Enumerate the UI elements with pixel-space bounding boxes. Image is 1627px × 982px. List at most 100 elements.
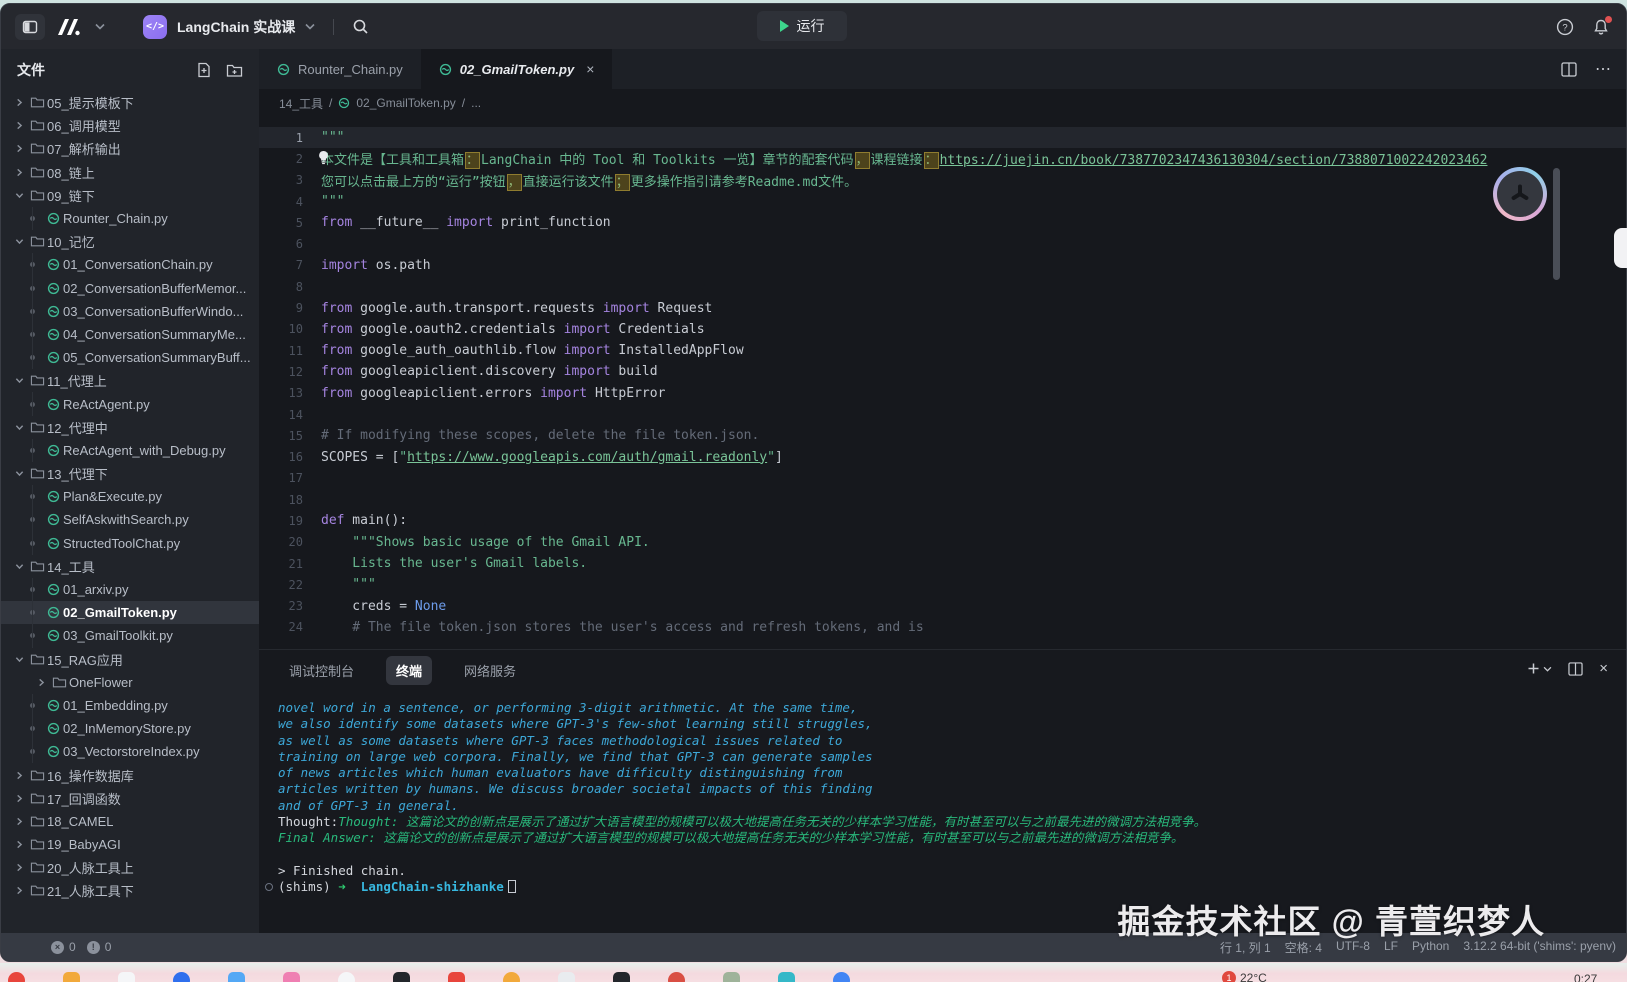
tree-item-06-调用模型[interactable]: 06_调用模型 xyxy=(1,114,259,137)
terminal-output[interactable]: novel word in a sentence, or performing … xyxy=(259,690,1626,896)
taskbar-clock[interactable]: 0:27 xyxy=(1574,972,1597,982)
code-line[interactable]: 20 """Shows basic usage of the Gmail API… xyxy=(259,532,1626,553)
tree-item-14-工具[interactable]: 14_工具 xyxy=(1,555,259,578)
tab-network-service[interactable]: 网络服务 xyxy=(454,656,526,685)
breadcrumb-more[interactable]: ... xyxy=(471,96,481,110)
tab-terminal[interactable]: 终端 xyxy=(386,656,432,685)
quick-fix-lightbulb-icon[interactable] xyxy=(317,150,330,165)
code-line[interactable]: 24 # The file token.json stores the user… xyxy=(259,617,1626,638)
chevron-right-icon[interactable] xyxy=(11,863,27,872)
code-line[interactable]: 22 """ xyxy=(259,574,1626,595)
tree-item-15-rag应用[interactable]: 15_RAG应用 xyxy=(1,648,259,671)
tree-item-03-vectorstoreindex-py[interactable]: 03_VectorstoreIndex.py xyxy=(1,740,259,763)
taskbar-app-icon[interactable] xyxy=(503,972,520,982)
chevron-right-icon[interactable] xyxy=(11,144,27,153)
code-line[interactable]: 17 xyxy=(259,468,1626,489)
tree-item-03-gmailtoolkit-py[interactable]: 03_GmailToolkit.py xyxy=(1,624,259,647)
code-line[interactable]: 21 Lists the user's Gmail labels. xyxy=(259,553,1626,574)
code-line[interactable]: 2本文件是【工具和工具箱：LangChain 中的 Tool 和 Toolkit… xyxy=(259,148,1626,169)
breadcrumb-file[interactable]: 02_GmailToken.py xyxy=(356,96,455,110)
code-line[interactable]: 5from __future__ import print_function xyxy=(259,212,1626,233)
code-line[interactable]: 6 xyxy=(259,233,1626,254)
split-editor-icon[interactable] xyxy=(1561,62,1577,77)
new-folder-icon[interactable] xyxy=(226,63,243,78)
taskbar-app-icon[interactable] xyxy=(668,972,685,982)
chevron-down-icon[interactable] xyxy=(11,423,27,432)
tab-debug-console[interactable]: 调试控制台 xyxy=(279,656,364,685)
search-icon[interactable] xyxy=(352,18,369,35)
code-line[interactable]: 4""" xyxy=(259,191,1626,212)
tree-item-structedtoolchat-py[interactable]: StructedToolChat.py xyxy=(1,532,259,555)
tree-item-rounter-chain-py[interactable]: Rounter_Chain.py xyxy=(1,207,259,230)
tree-item-selfaskwithsearch-py[interactable]: SelfAskwithSearch.py xyxy=(1,508,259,531)
tree-item-18-camel[interactable]: 18_CAMEL xyxy=(1,810,259,833)
taskbar-app-icon[interactable] xyxy=(63,972,80,982)
close-panel-icon[interactable]: × xyxy=(1599,660,1608,677)
new-file-icon[interactable] xyxy=(196,62,212,78)
ai-assistant-button[interactable] xyxy=(1493,167,1547,221)
taskbar-app-icon[interactable] xyxy=(778,972,795,982)
chevron-down-icon[interactable] xyxy=(11,191,27,200)
code-line[interactable]: 9from google.auth.transport.requests imp… xyxy=(259,297,1626,318)
tree-item-02-gmailtoken-py[interactable]: 02_GmailToken.py xyxy=(1,601,259,624)
chevron-right-icon[interactable] xyxy=(11,771,27,780)
tree-item-07-解析输出[interactable]: 07_解析输出 xyxy=(1,137,259,160)
taskbar-app-icon[interactable] xyxy=(558,972,575,982)
chevron-down-icon[interactable] xyxy=(11,376,27,385)
code-line[interactable]: 19def main(): xyxy=(259,510,1626,531)
code-line[interactable]: 1""" xyxy=(259,127,1626,148)
chevron-down-icon[interactable] xyxy=(11,237,27,246)
chevron-down-icon[interactable] xyxy=(11,469,27,478)
code-line[interactable]: 23 creds = None xyxy=(259,596,1626,617)
tree-item-17-回调函数[interactable]: 17_回调函数 xyxy=(1,787,259,810)
help-icon[interactable]: ? xyxy=(1556,18,1574,36)
terminal-prompt-line[interactable]: (shims) ➜ LangChain-shizhanke xyxy=(278,879,1626,895)
tab-rounter-chain[interactable]: Rounter_Chain.py xyxy=(259,49,421,89)
taskbar-app-icon[interactable] xyxy=(173,972,190,982)
code-line[interactable]: 14 xyxy=(259,404,1626,425)
chevron-right-icon[interactable] xyxy=(11,886,27,895)
run-button[interactable]: 运行 xyxy=(757,11,847,41)
chevron-right-icon[interactable] xyxy=(11,168,27,177)
tree-item-12-代理中[interactable]: 12_代理中 xyxy=(1,416,259,439)
tree-item-oneflower[interactable]: OneFlower xyxy=(1,671,259,694)
taskbar-app-icon[interactable] xyxy=(833,972,850,982)
tree-item-09-链下[interactable]: 09_链下 xyxy=(1,184,259,207)
tree-item-04-conversationsummaryme-[interactable]: 04_ConversationSummaryMe... xyxy=(1,323,259,346)
taskbar-app-icon[interactable] xyxy=(283,972,300,982)
code-line[interactable]: 8 xyxy=(259,276,1626,297)
tree-item-10-记忆[interactable]: 10_记忆 xyxy=(1,230,259,253)
chevron-right-icon[interactable] xyxy=(33,678,49,687)
sidebar-toggle-button[interactable] xyxy=(15,14,45,40)
split-terminal-icon[interactable] xyxy=(1568,662,1583,676)
code-line[interactable]: 15# If modifying these scopes, delete th… xyxy=(259,425,1626,446)
right-panel-handle[interactable] xyxy=(1614,228,1627,268)
tree-item-19-babyagi[interactable]: 19_BabyAGI xyxy=(1,833,259,856)
chevron-right-icon[interactable] xyxy=(11,121,27,130)
code-line[interactable]: 7import os.path xyxy=(259,255,1626,276)
code-line[interactable]: 11from google_auth_oauthlib.flow import … xyxy=(259,340,1626,361)
taskbar-app-icon[interactable] xyxy=(393,972,410,982)
tree-item-plan-execute-py[interactable]: Plan&Execute.py xyxy=(1,485,259,508)
tree-item-20-人脉工具上[interactable]: 20_人脉工具上 xyxy=(1,856,259,879)
tree-item-01-embedding-py[interactable]: 01_Embedding.py xyxy=(1,694,259,717)
tree-item-reactagent-with-debug-py[interactable]: ReActAgent_with_Debug.py xyxy=(1,439,259,462)
chevron-right-icon[interactable] xyxy=(11,794,27,803)
new-terminal-icon[interactable] xyxy=(1527,662,1552,675)
code-line[interactable]: 12from googleapiclient.discovery import … xyxy=(259,361,1626,382)
chevron-down-icon[interactable] xyxy=(11,562,27,571)
logo-chevron-down-icon[interactable] xyxy=(95,23,105,30)
desktop-taskbar[interactable]: 1 22°C 0:27 xyxy=(0,963,1627,982)
code-line[interactable]: 3您可以点击最上方的“运行”按钮，直接运行该文件；更多操作指引请参考Readme… xyxy=(259,170,1626,191)
close-tab-icon[interactable]: × xyxy=(586,61,594,77)
code-line[interactable]: 18 xyxy=(259,489,1626,510)
taskbar-app-icon[interactable] xyxy=(723,972,740,982)
tree-item-02-inmemorystore-py[interactable]: 02_InMemoryStore.py xyxy=(1,717,259,740)
breadcrumb-folder[interactable]: 14_工具 xyxy=(279,95,323,112)
taskbar-app-icon[interactable] xyxy=(118,972,135,982)
tab-gmailtoken[interactable]: 02_GmailToken.py × xyxy=(421,49,613,89)
code-line[interactable]: 16SCOPES = ["https://www.googleapis.com/… xyxy=(259,446,1626,467)
tree-item-05-conversationsummarybuff-[interactable]: 05_ConversationSummaryBuff... xyxy=(1,346,259,369)
notifications-bell-icon[interactable] xyxy=(1592,18,1610,36)
taskbar-app-icon[interactable] xyxy=(8,972,25,982)
